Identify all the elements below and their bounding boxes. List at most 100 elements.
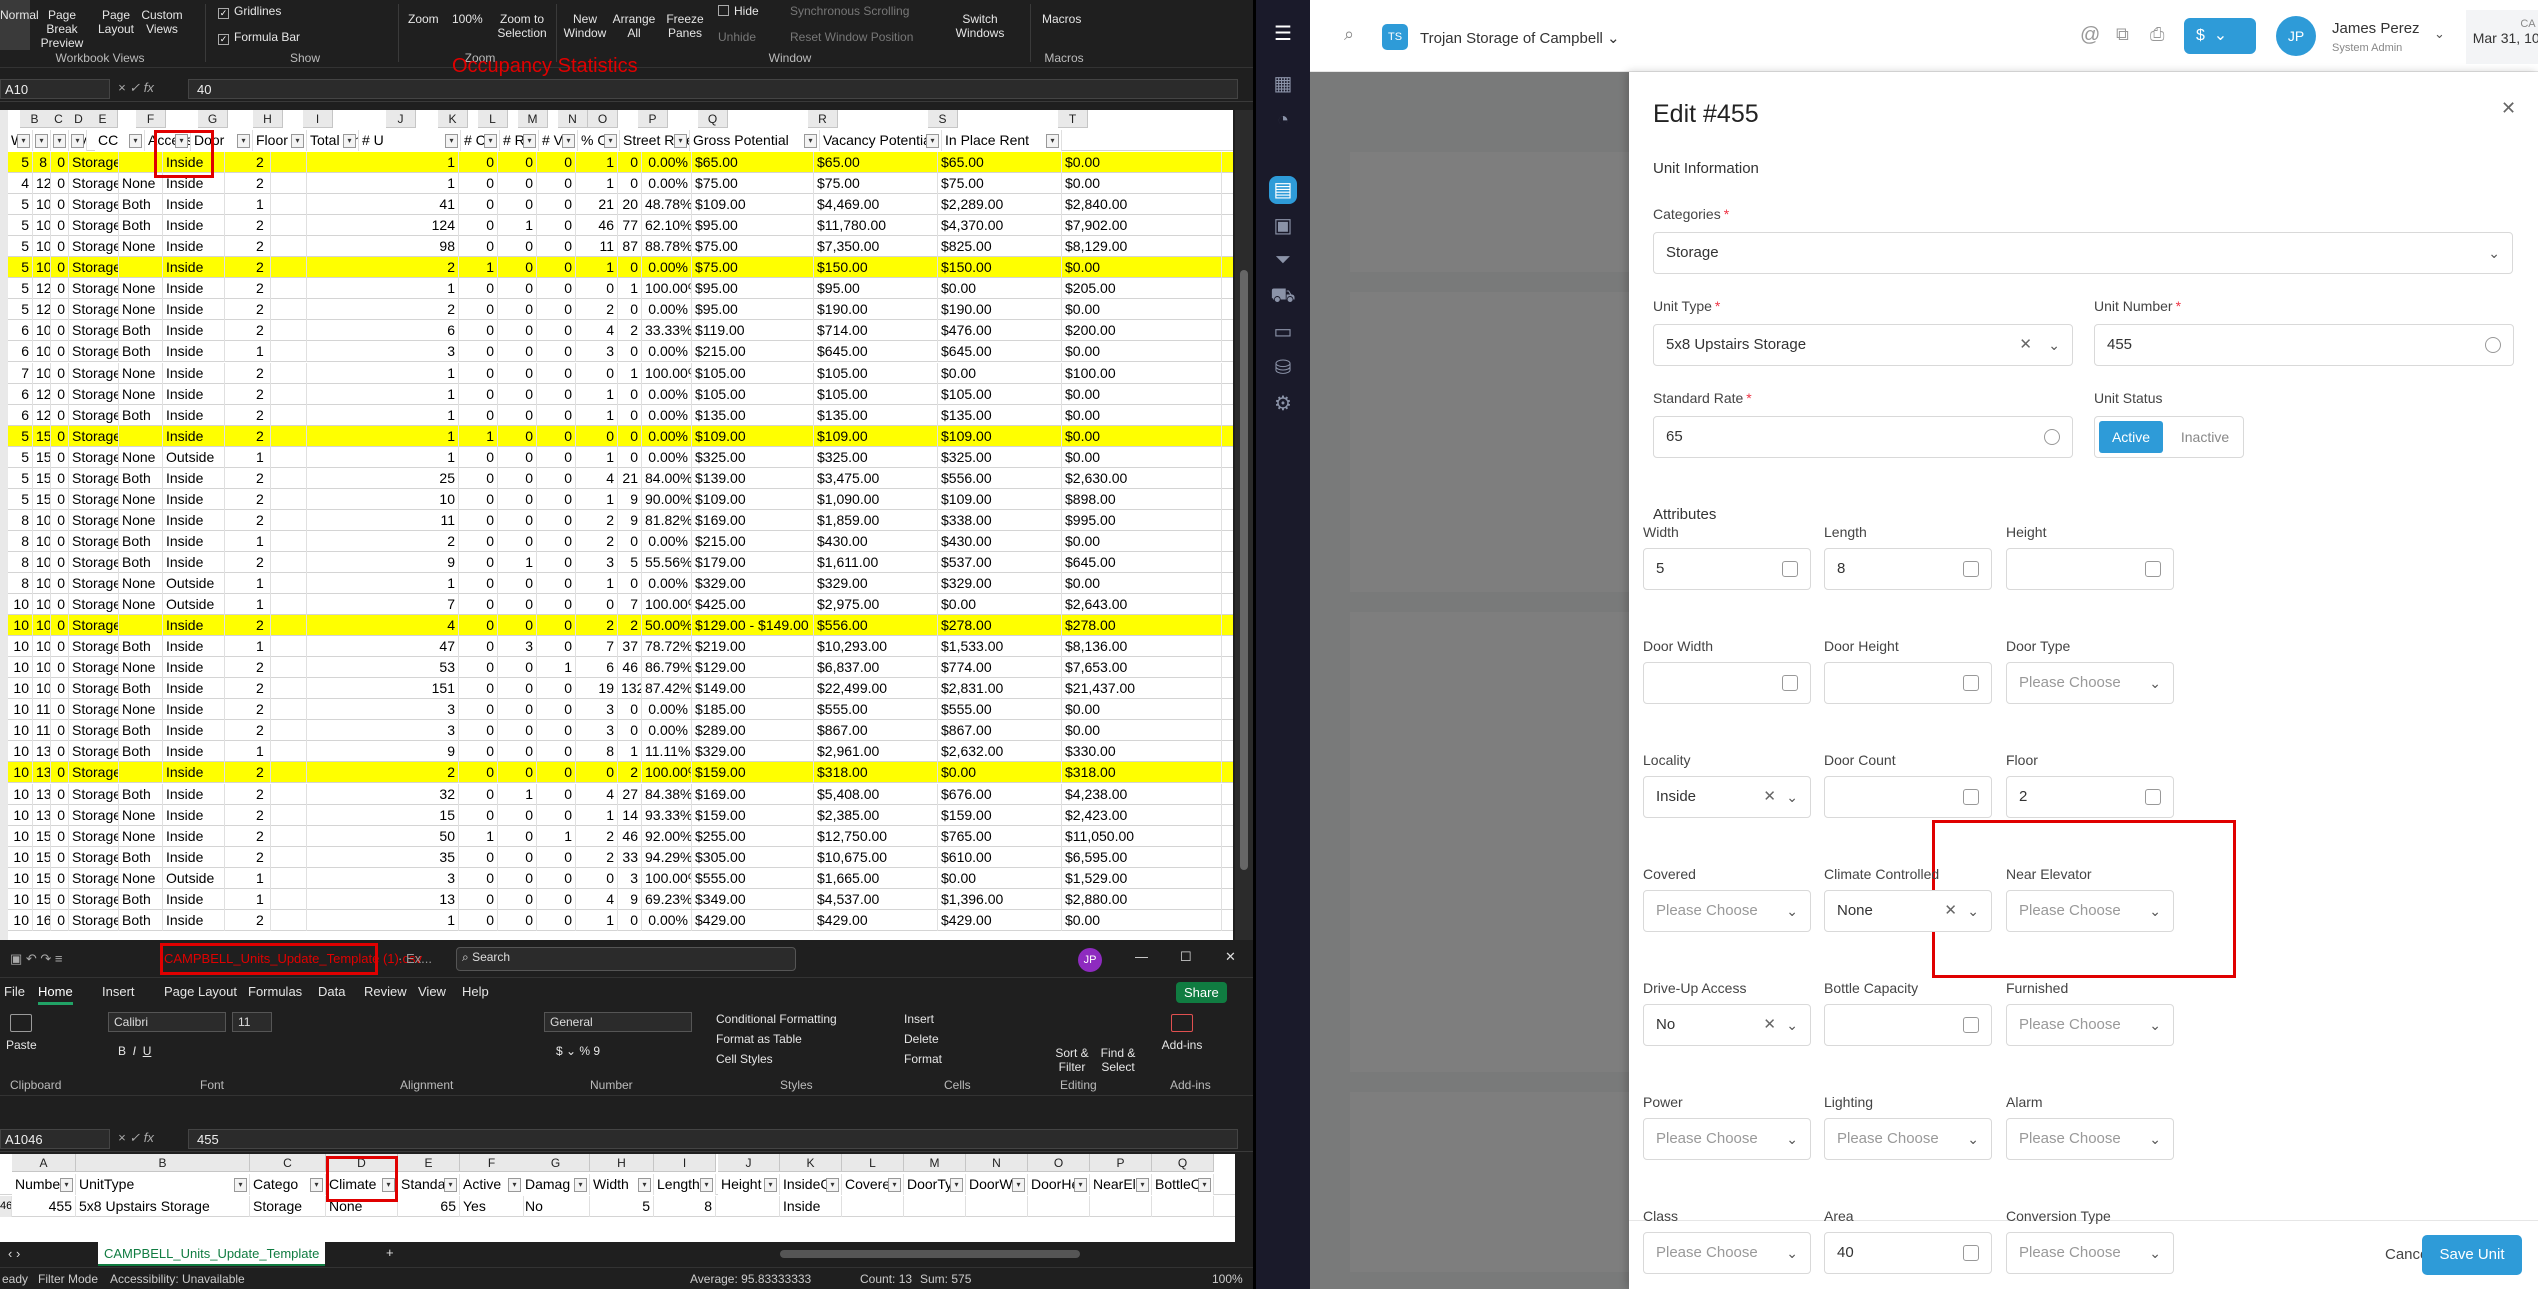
- table-cell[interactable]: 46: [618, 657, 642, 679]
- table-cell[interactable]: 10: [8, 699, 33, 721]
- table-cell[interactable]: 1: [459, 425, 498, 447]
- table-cell[interactable]: 0: [537, 257, 576, 279]
- table-cell[interactable]: 1: [498, 783, 537, 805]
- table-cell[interactable]: 0: [51, 404, 69, 426]
- table-cell[interactable]: 0: [459, 152, 498, 173]
- table-cell[interactable]: 0.00%: [642, 425, 692, 447]
- table-cell[interactable]: $21,437.00: [1062, 678, 1222, 700]
- menu-tab-review[interactable]: Review: [364, 984, 407, 999]
- table-cell[interactable]: 2: [253, 383, 307, 405]
- table-cell[interactable]: 0.00%: [642, 699, 692, 721]
- table-cell[interactable]: 1: [253, 194, 307, 216]
- table-cell[interactable]: 0: [537, 467, 576, 489]
- table-cell[interactable]: 100.00%: [642, 278, 692, 300]
- table-row[interactable]: 5 10 0 Storage Inside 2 2 1 0 0 1 0 0.00% $75.00 $150.…: [8, 257, 1233, 279]
- table-cell[interactable]: 0: [459, 678, 498, 700]
- floor-input[interactable]: 2: [2006, 776, 2174, 818]
- table-cell[interactable]: 0: [459, 594, 498, 616]
- number-format-select[interactable]: General: [544, 1012, 692, 1032]
- table-cell[interactable]: 0: [498, 173, 537, 195]
- table-cell[interactable]: 2: [253, 615, 307, 637]
- column-filter-header[interactable]: Type: [69, 130, 87, 151]
- table-cell[interactable]: [1028, 1196, 1090, 1217]
- user-menu-chevron-icon[interactable]: ⌄: [2434, 26, 2445, 42]
- table-cell[interactable]: 0: [618, 341, 642, 363]
- table-cell[interactable]: [904, 1196, 966, 1217]
- table-cell[interactable]: 0: [459, 362, 498, 384]
- table-cell[interactable]: 1: [537, 657, 576, 679]
- table-cell[interactable]: 0: [537, 699, 576, 721]
- table-cell[interactable]: 0: [576, 594, 618, 616]
- page-layout-button[interactable]: Page Layout: [96, 8, 136, 36]
- table-cell[interactable]: 10: [8, 783, 33, 805]
- column-header[interactable]: I: [654, 1154, 716, 1172]
- table-cell[interactable]: $95.00: [692, 299, 814, 321]
- table-cell[interactable]: $329.00: [692, 741, 814, 763]
- table-cell[interactable]: 15: [33, 488, 51, 510]
- table-cell[interactable]: 0: [537, 383, 576, 405]
- table-cell[interactable]: 0: [498, 257, 537, 279]
- table-cell[interactable]: 0: [498, 846, 537, 868]
- unhide-button[interactable]: Unhide: [718, 30, 756, 44]
- column-header[interactable]: N: [966, 1154, 1028, 1172]
- table-cell[interactable]: Storage: [69, 636, 119, 658]
- table-cell[interactable]: 13: [33, 741, 51, 763]
- table-cell[interactable]: 5: [8, 215, 33, 237]
- table-cell[interactable]: $0.00: [1062, 341, 1222, 363]
- table-cell[interactable]: 8: [8, 551, 33, 573]
- column-header[interactable]: M: [518, 110, 548, 128]
- table-cell[interactable]: 5: [8, 488, 33, 510]
- column-header[interactable]: P: [1090, 1154, 1152, 1172]
- table-cell[interactable]: 0: [498, 404, 537, 426]
- table-cell[interactable]: Storage: [69, 425, 119, 447]
- table-cell[interactable]: 13: [33, 804, 51, 826]
- table-cell[interactable]: 14: [618, 804, 642, 826]
- table-cell[interactable]: 0: [618, 299, 642, 321]
- settings-icon[interactable]: ⚙: [1269, 390, 1297, 418]
- table-cell[interactable]: 1: [498, 551, 537, 573]
- table-cell[interactable]: 124: [307, 215, 459, 237]
- table-cell[interactable]: 0: [537, 783, 576, 805]
- table-cell[interactable]: 2: [618, 762, 642, 784]
- column-filter-header[interactable]: # U: [359, 130, 461, 151]
- copy-icon[interactable]: ⧉: [2116, 24, 2129, 45]
- spreadsheet-grid[interactable]: BCDEFGHIJKLMNOPQRSTWLHTypeCCAccessDoorFl…: [8, 110, 1233, 940]
- table-cell[interactable]: 10: [33, 551, 51, 573]
- table-cell[interactable]: 0: [51, 173, 69, 195]
- table-cell[interactable]: Outside: [163, 573, 225, 594]
- table-cell[interactable]: 8: [8, 530, 33, 552]
- formula-bar-checkbox[interactable]: ✓ Formula Bar: [218, 30, 300, 45]
- horizontal-scrollbar[interactable]: [780, 1250, 1080, 1258]
- table-cell[interactable]: Storage: [69, 383, 119, 405]
- table-cell[interactable]: 12: [33, 383, 51, 405]
- table-cell[interactable]: 1: [576, 173, 618, 195]
- table-cell[interactable]: Both: [119, 341, 163, 363]
- table-cell[interactable]: 10: [33, 257, 51, 279]
- table-cell[interactable]: 0: [498, 657, 537, 679]
- table-cell[interactable]: 33.33%: [642, 320, 692, 342]
- table-cell[interactable]: $4,370.00: [938, 215, 1062, 237]
- table-cell[interactable]: 1: [307, 278, 459, 300]
- column-header[interactable]: K: [438, 110, 468, 128]
- table-cell[interactable]: $150.00: [938, 257, 1062, 279]
- table-cell[interactable]: 0: [576, 867, 618, 889]
- table-row[interactable]: 10 11 0 Storage None Inside 2 3 0 0 0 3 0 0.00% $185.0…: [8, 699, 1233, 721]
- table-cell[interactable]: $1,396.00: [938, 888, 1062, 910]
- table-cell[interactable]: $0.00: [1062, 383, 1222, 405]
- table-cell[interactable]: 86.79%: [642, 657, 692, 679]
- table-cell[interactable]: None: [119, 236, 163, 258]
- table-cell[interactable]: 2: [253, 404, 307, 426]
- table-cell[interactable]: 2: [253, 152, 307, 173]
- format-as-table-button[interactable]: Format as Table: [716, 1032, 802, 1046]
- table-cell[interactable]: 0: [537, 152, 576, 173]
- table-cell[interactable]: 3: [307, 699, 459, 721]
- table-cell[interactable]: $119.00: [692, 320, 814, 342]
- facility-selector[interactable]: Trojan Storage of Campbell ⌄: [1420, 29, 1620, 47]
- table-cell[interactable]: $645.00: [814, 341, 938, 363]
- table-cell[interactable]: [119, 425, 163, 447]
- table-cell[interactable]: 10: [8, 678, 33, 700]
- table-cell[interactable]: 2: [253, 804, 307, 826]
- bold-button[interactable]: B I U: [118, 1044, 151, 1058]
- table-cell[interactable]: $109.00: [938, 488, 1062, 510]
- table-cell[interactable]: 2: [253, 488, 307, 510]
